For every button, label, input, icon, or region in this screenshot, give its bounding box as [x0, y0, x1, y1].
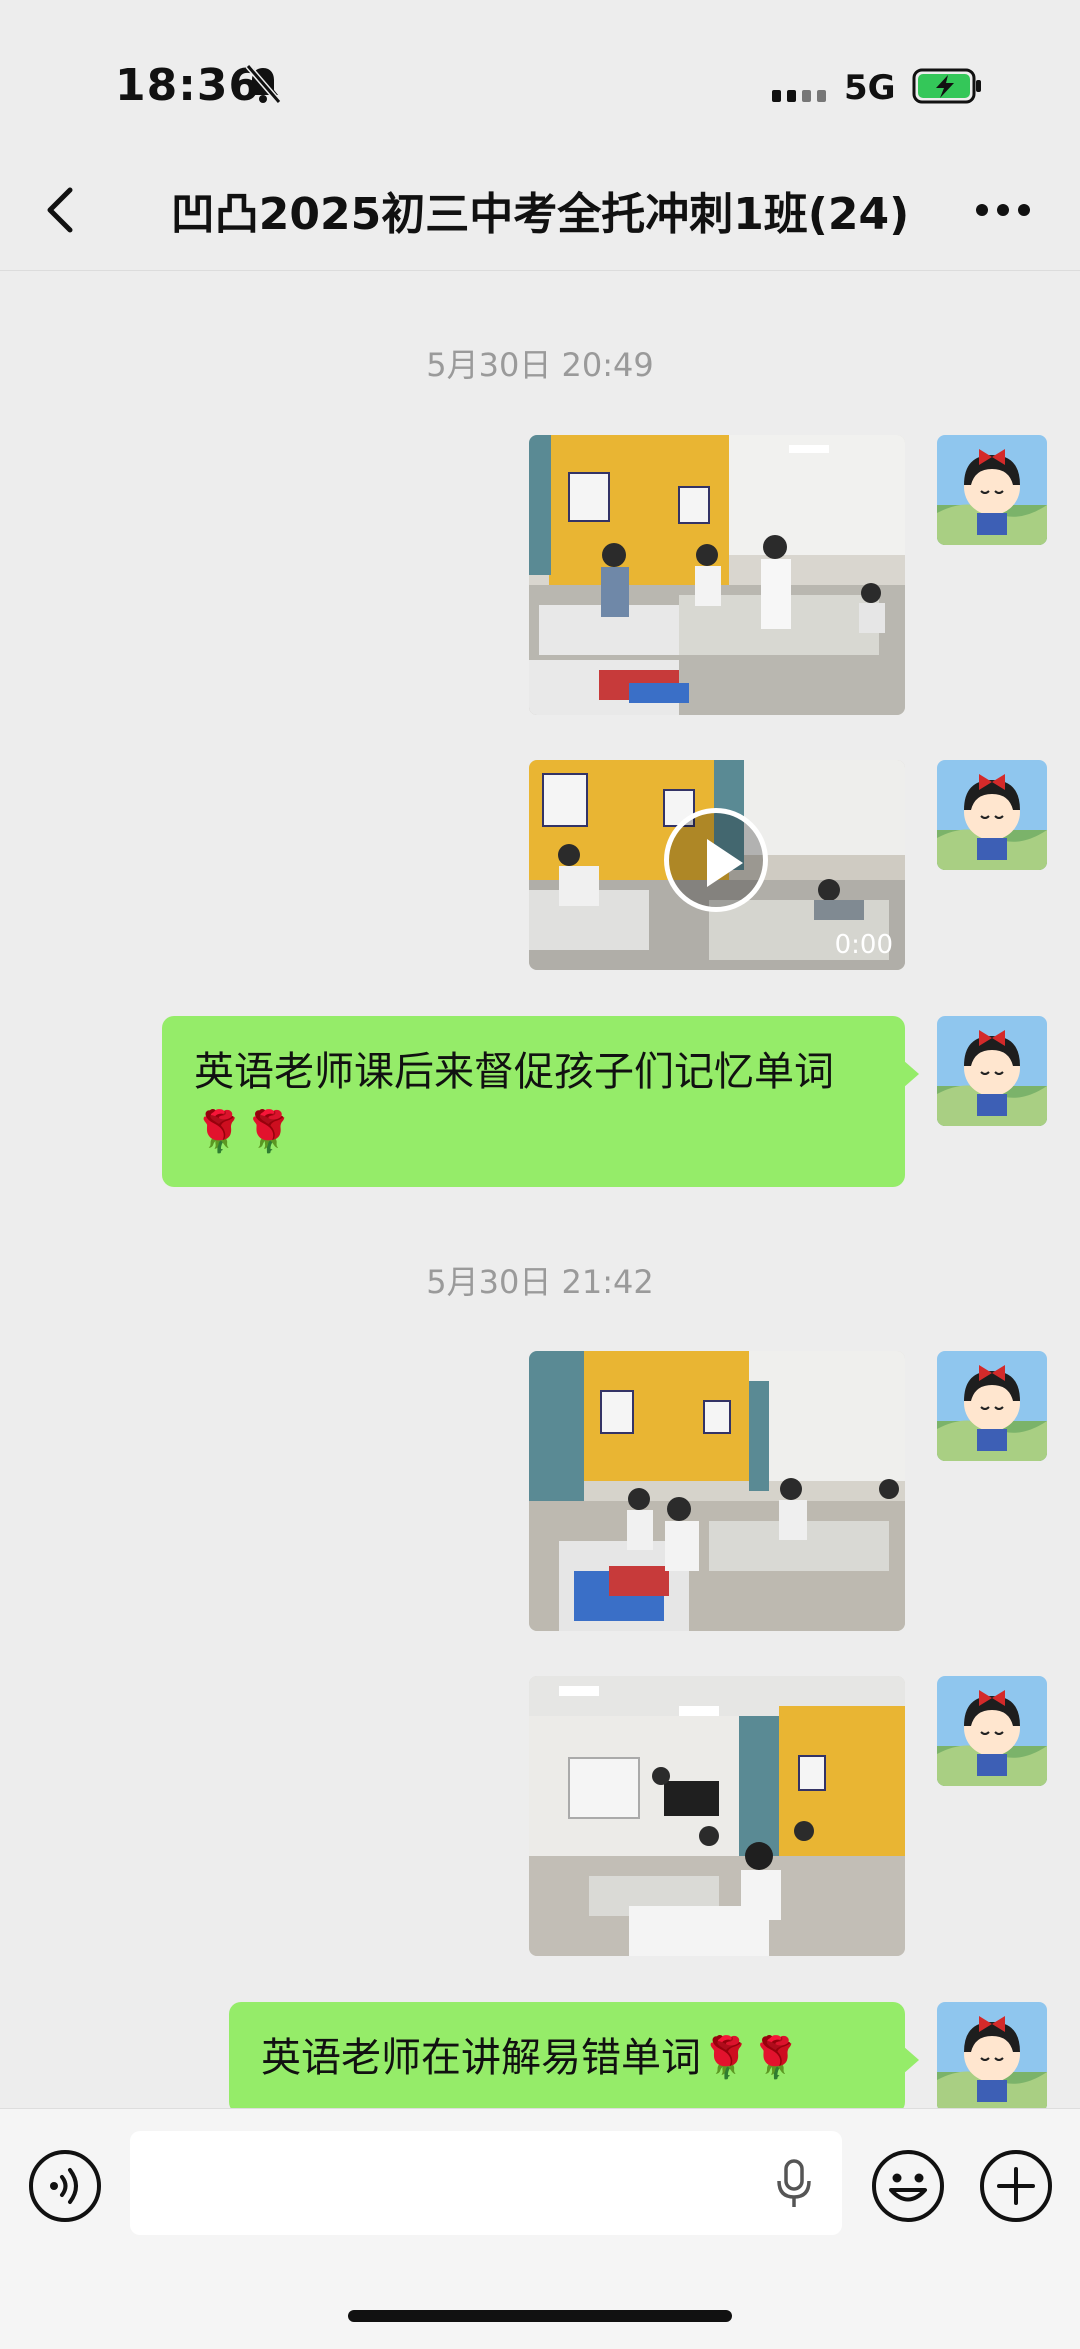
message-text: 英语老师在讲解易错单词🌹🌹 [261, 2035, 801, 2081]
avatar[interactable] [937, 760, 1047, 870]
chevron-left-icon[interactable] [36, 180, 96, 240]
bell-slash-icon [245, 64, 281, 104]
status-bar: 18:36 5G [0, 0, 1080, 170]
avatar[interactable] [937, 1016, 1047, 1126]
message-input[interactable] [130, 2131, 842, 2235]
classroom-photo [529, 435, 905, 715]
avatar[interactable] [937, 2002, 1047, 2112]
avatar[interactable] [937, 1676, 1047, 1786]
message-text: 英语老师课后来督促孩子们记忆单词🌹🌹 [194, 1049, 834, 1155]
photo-message[interactable] [529, 1351, 905, 1631]
classroom-photo [529, 1351, 905, 1631]
video-message[interactable]: 0:00 [529, 760, 905, 970]
home-indicator [348, 2310, 732, 2322]
battery-icon [912, 68, 981, 104]
text-message-bubble[interactable]: 英语老师课后来督促孩子们记忆单词🌹🌹 [162, 1016, 919, 1187]
emoji-icon[interactable] [869, 2147, 947, 2225]
status-time: 18:36 [115, 60, 261, 111]
chat-header: 凹凸2025初三中考全托冲刺1班(24) [0, 150, 1080, 271]
avatar[interactable] [937, 1351, 1047, 1461]
classroom-photo [529, 1676, 905, 1956]
photo-message[interactable] [529, 435, 905, 715]
play-icon[interactable] [664, 808, 768, 912]
message-timestamp: 5月30日 21:42 [426, 1263, 654, 1301]
chat-title: 凹凸2025初三中考全托冲刺1班(24) [170, 189, 910, 240]
message-timestamp: 5月30日 20:49 [426, 346, 654, 384]
avatar[interactable] [937, 435, 1047, 545]
network-type: 5G [844, 68, 896, 108]
signal-icon [772, 90, 826, 102]
voice-icon[interactable] [26, 2147, 104, 2225]
microphone-icon[interactable] [774, 2153, 814, 2213]
video-duration: 0:00 [834, 930, 893, 960]
ellipsis-icon[interactable] [968, 180, 1038, 240]
photo-message[interactable] [529, 1676, 905, 1956]
plus-icon[interactable] [977, 2147, 1055, 2225]
text-message-bubble[interactable]: 英语老师在讲解易错单词🌹🌹 [229, 2002, 919, 2114]
